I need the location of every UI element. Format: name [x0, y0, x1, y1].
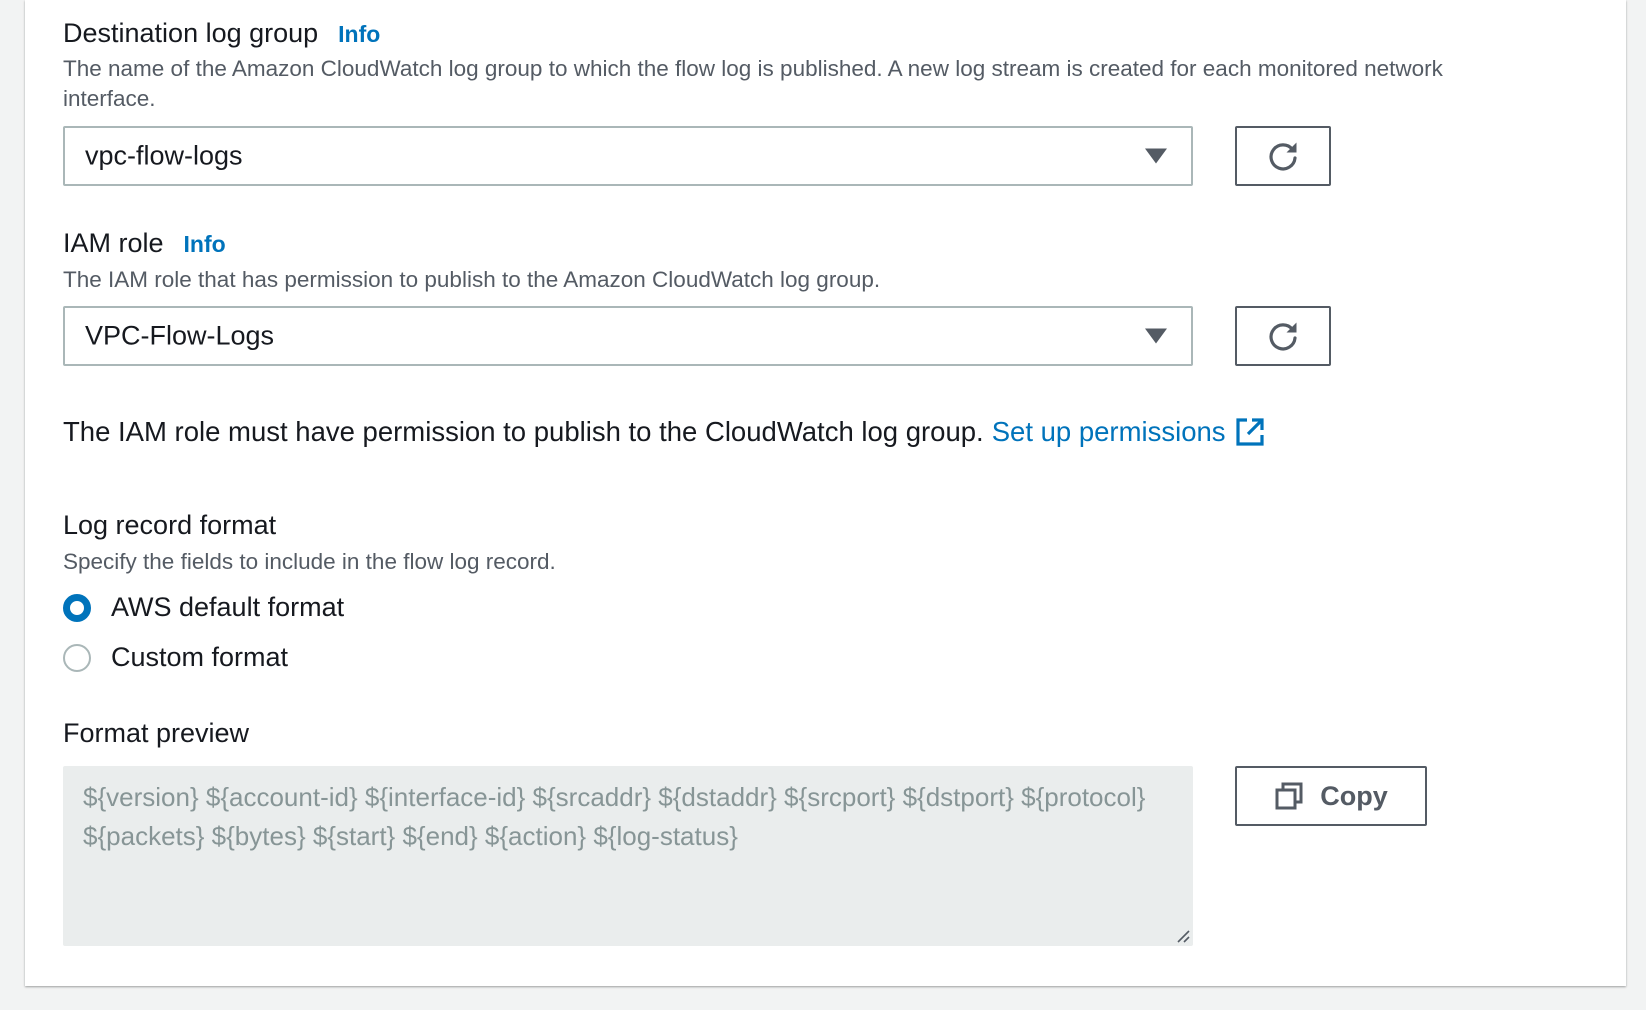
radio-unchecked-icon[interactable] — [63, 643, 91, 672]
set-up-permissions-link[interactable]: Set up permissions — [992, 416, 1226, 448]
iam-role-description: The IAM role that has permission to publ… — [63, 267, 881, 292]
flow-log-settings-panel: Destination log group Info The name of th… — [25, 0, 1626, 986]
format-preview-label: Format preview — [63, 718, 250, 748]
destination-log-group-selected-value: vpc-flow-logs — [85, 140, 243, 171]
destination-log-group-select[interactable]: vpc-flow-logs — [63, 126, 1193, 186]
copy-icon — [1275, 782, 1303, 810]
refresh-icon — [1269, 322, 1297, 351]
iam-role-select[interactable]: VPC-Flow-Logs — [63, 306, 1193, 366]
iam-role-label-text: IAM role — [63, 228, 164, 258]
resize-handle-icon[interactable] — [1173, 926, 1191, 944]
caret-down-icon — [1145, 148, 1167, 164]
destination-log-group-label-text: Destination log group — [63, 18, 319, 48]
permission-notice-text: The IAM role must have permission to pub… — [63, 416, 984, 447]
refresh-icon — [1269, 142, 1297, 171]
radio-aws-default-format[interactable]: AWS default format — [63, 592, 344, 623]
iam-role-label: IAM role Info — [63, 228, 226, 259]
radio-aws-default-format-label: AWS default format — [111, 592, 345, 622]
log-record-format-label: Log record format — [63, 510, 277, 540]
radio-custom-format-label: Custom format — [111, 642, 289, 672]
permission-notice: The IAM role must have permission to pub… — [63, 416, 1266, 448]
destination-log-group-description: The name of the Amazon CloudWatch log gr… — [63, 56, 1443, 111]
iam-role-info-link[interactable]: Info — [184, 231, 226, 257]
format-preview-text: ${version} ${account-id} ${interface-id}… — [83, 782, 1146, 851]
refresh-log-groups-button[interactable] — [1235, 126, 1331, 186]
format-preview-textarea[interactable]: ${version} ${account-id} ${interface-id}… — [63, 766, 1193, 946]
iam-role-selected-value: VPC-Flow-Logs — [85, 320, 275, 351]
copy-button[interactable]: Copy — [1235, 766, 1427, 826]
caret-down-icon — [1145, 328, 1167, 344]
destination-log-group-label: Destination log group Info — [63, 18, 380, 49]
external-link-icon[interactable] — [1234, 416, 1266, 448]
copy-button-label: Copy — [1320, 780, 1388, 811]
log-record-format-description: Specify the fields to include in the flo… — [63, 549, 556, 574]
destination-log-group-info-link[interactable]: Info — [338, 21, 380, 47]
refresh-iam-roles-button[interactable] — [1235, 306, 1331, 366]
radio-checked-icon[interactable] — [63, 593, 91, 622]
radio-custom-format[interactable]: Custom format — [63, 642, 288, 673]
